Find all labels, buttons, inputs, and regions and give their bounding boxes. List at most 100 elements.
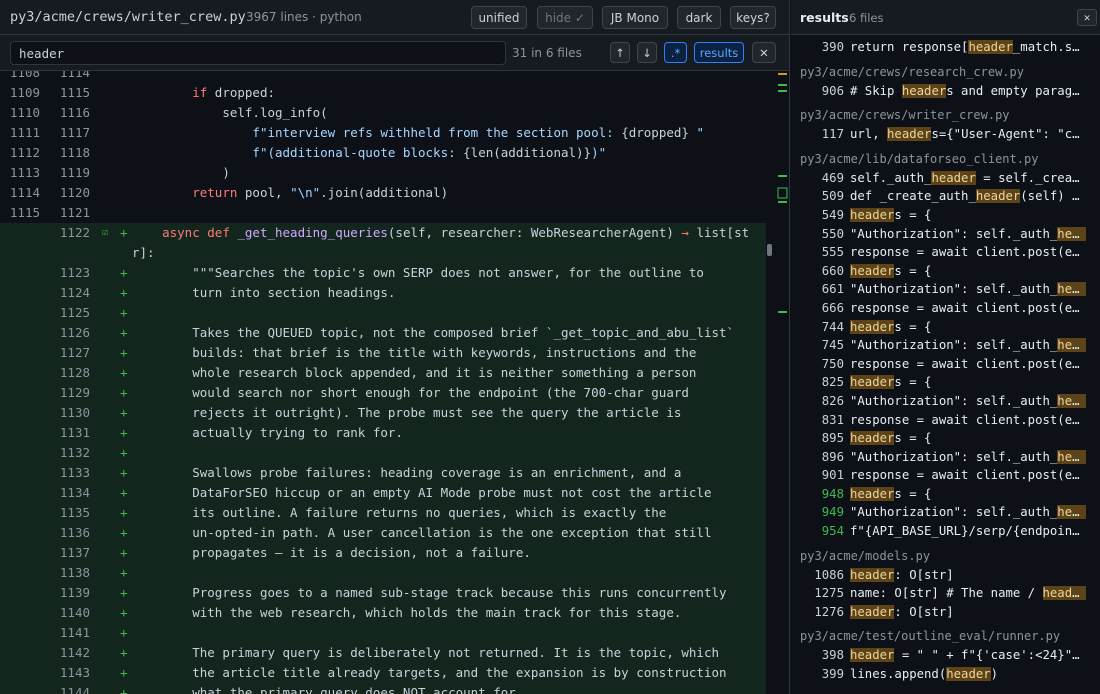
result-file[interactable]: py3/acme/lib/dataforseo_client.py — [791, 149, 1100, 169]
result-row[interactable]: 550 "Authorization": self._auth_heade... — [791, 225, 1100, 244]
added-marker: + — [120, 225, 128, 240]
new-line-number: 1137 — [59, 545, 90, 560]
results-panel: results 6 files ✕ 390 return response[hea… — [791, 0, 1100, 694]
result-row[interactable]: 954 f"{API_BASE_URL}/serp/{endpoint}"... — [791, 522, 1100, 541]
old-line-number: 1113 — [9, 165, 40, 180]
old-line-number: 1115 — [9, 205, 40, 220]
new-line-number: 1116 — [59, 105, 90, 120]
result-snippet: header: O[str] — [850, 567, 954, 582]
old-line-number: 1112 — [9, 145, 40, 160]
result-snippet: name: O[str] # The name / header ... — [850, 586, 1086, 601]
result-row[interactable]: 895 headers = { — [791, 429, 1100, 448]
result-row[interactable]: 509 def _create_auth_header(self) → ... — [791, 187, 1100, 206]
code-text: would search nor short enough for the en… — [192, 385, 689, 400]
search-input[interactable] — [10, 41, 506, 65]
added-marker: + — [120, 525, 128, 540]
minimap-viewport[interactable] — [777, 187, 788, 199]
result-line-number: 390 — [821, 40, 844, 54]
result-row[interactable]: 896 "Authorization": self._auth_heade... — [791, 448, 1100, 467]
added-marker: + — [120, 345, 128, 360]
minimap[interactable] — [772, 71, 790, 694]
editor-pane: py3/acme/crews/writer_crew.py 3967 lines… — [0, 0, 790, 694]
result-row[interactable]: 825 headers = { — [791, 373, 1100, 392]
new-line-number: 1129 — [59, 385, 90, 400]
added-code-line: 1122 ☑ + async def _get_heading_queries(se… — [0, 223, 766, 263]
close-results-button[interactable]: ✕ — [1077, 9, 1097, 26]
result-row[interactable]: 399 lines.append(header) — [791, 665, 1100, 684]
result-row[interactable]: 1275 name: O[str] # The name / header ... — [791, 584, 1100, 603]
new-line-number: 1126 — [59, 325, 90, 340]
results-title: results — [800, 10, 849, 25]
result-row[interactable]: 1276 header: O[str] — [791, 603, 1100, 622]
result-snippet: response = await client.post(endp... — [850, 356, 1086, 371]
code-text: builds: that brief is the title with key… — [192, 345, 697, 360]
result-row[interactable]: 750 response = await client.post(endp... — [791, 355, 1100, 374]
result-line-number: 825 — [821, 375, 844, 390]
result-snippet: def _create_auth_header(self) → ... — [850, 189, 1086, 204]
result-row[interactable]: 949 "Authorization": self._auth_heade... — [791, 503, 1100, 522]
result-snippet: "Authorization": self._auth_heade... — [850, 448, 1086, 467]
new-line-number: 1140 — [59, 605, 90, 620]
code-text: self.log_info( — [132, 105, 328, 120]
theme-button[interactable]: dark — [677, 6, 721, 29]
result-row[interactable]: 390 return response[header_match.star... — [791, 38, 1100, 57]
result-row[interactable]: 745 "Authorization": self._auth_heade... — [791, 336, 1100, 355]
prev-match-button[interactable]: ↑ — [610, 42, 630, 63]
minimap-mark — [778, 90, 787, 92]
unified-button[interactable]: unified — [471, 6, 527, 29]
added-marker: + — [120, 405, 128, 420]
result-line-number: 117 — [821, 127, 844, 142]
result-snippet: headers = { — [850, 263, 932, 278]
added-code-line: 1129 + would search nor short enough for … — [0, 383, 766, 403]
result-row[interactable]: 666 response = await client.post(endp... — [791, 299, 1100, 318]
minimap-mark — [778, 201, 787, 203]
added-marker: + — [120, 665, 128, 680]
new-line-number: 1120 — [59, 185, 90, 200]
result-row[interactable]: 948 headers = { — [791, 485, 1100, 504]
font-button[interactable]: JB Mono — [602, 6, 668, 29]
next-match-button[interactable]: ↓ — [637, 42, 657, 63]
result-snippet: "Authorization": self._auth_heade... — [850, 225, 1086, 244]
added-marker: + — [120, 545, 128, 560]
hide-button[interactable]: hide ✓ — [537, 6, 593, 29]
keys-button[interactable]: keys? — [730, 6, 776, 29]
result-row[interactable]: 549 headers = { — [791, 206, 1100, 225]
result-row[interactable]: 906 # Skip headers and empty paragrap... — [791, 82, 1100, 101]
old-line-number: 1114 — [9, 185, 40, 200]
result-file[interactable]: py3/acme/test/outline_eval/runner.py — [791, 626, 1100, 646]
added-marker: + — [120, 605, 128, 620]
checked-icon[interactable]: ☑ — [102, 223, 112, 243]
code-text: DataForSEO hiccup or an empty AI Mode pr… — [192, 485, 712, 500]
results-toggle[interactable]: results — [694, 42, 744, 63]
added-code-line: 1142 + The primary query is deliberately … — [0, 643, 766, 663]
result-row[interactable]: 398 header = " " + f"{'case':<24}" + ... — [791, 646, 1100, 665]
code-line: 1114 1120 return pool, "\n".join(addition… — [0, 183, 766, 203]
code-text: the article title already targets, and t… — [192, 665, 727, 680]
new-line-number: 1143 — [59, 665, 90, 680]
code-view[interactable]: 1108 1114 1109 1115 if dropped: 1110 1116 se… — [0, 71, 766, 694]
close-search-button[interactable]: ✕ — [752, 42, 776, 63]
result-snippet: "Authorization": self._auth_heade... — [850, 392, 1086, 411]
result-file[interactable]: py3/acme/crews/research_crew.py — [791, 62, 1100, 82]
result-row[interactable]: 831 response = await client.post(endp... — [791, 411, 1100, 430]
added-code-line: 1123 + """Searches the topic's own SERP d… — [0, 263, 766, 283]
result-row[interactable]: 901 response = await client.post(endp... — [791, 466, 1100, 485]
result-row[interactable]: 660 headers = { — [791, 262, 1100, 281]
regex-toggle[interactable]: .* — [664, 42, 687, 63]
result-row[interactable]: 117 url, headers={"User-Agent": "curr... — [791, 125, 1100, 144]
old-line-number: 1109 — [9, 85, 40, 100]
result-row[interactable]: 826 "Authorization": self._auth_heade... — [791, 392, 1100, 411]
result-line-number: 398 — [821, 648, 844, 663]
result-row[interactable]: 555 response = await client.post(endp... — [791, 243, 1100, 262]
result-file[interactable]: py3/acme/models.py — [791, 546, 1100, 566]
result-row[interactable]: 661 "Authorization": self._auth_heade... — [791, 280, 1100, 299]
code-text: Progress goes to a named sub-stage track… — [192, 585, 727, 600]
added-code-line: 1131 + actually trying to rank for. — [0, 423, 766, 443]
added-marker: + — [120, 645, 128, 660]
result-row[interactable]: 1086 header: O[str] — [791, 566, 1100, 585]
added-code-line: 1134 + DataForSEO hiccup or an empty AI M… — [0, 483, 766, 503]
result-line-number: 906 — [821, 83, 844, 98]
result-row[interactable]: 744 headers = { — [791, 318, 1100, 337]
result-row[interactable]: 469 self._auth_header = self._create_... — [791, 169, 1100, 188]
result-file[interactable]: py3/acme/crews/writer_crew.py — [791, 105, 1100, 125]
